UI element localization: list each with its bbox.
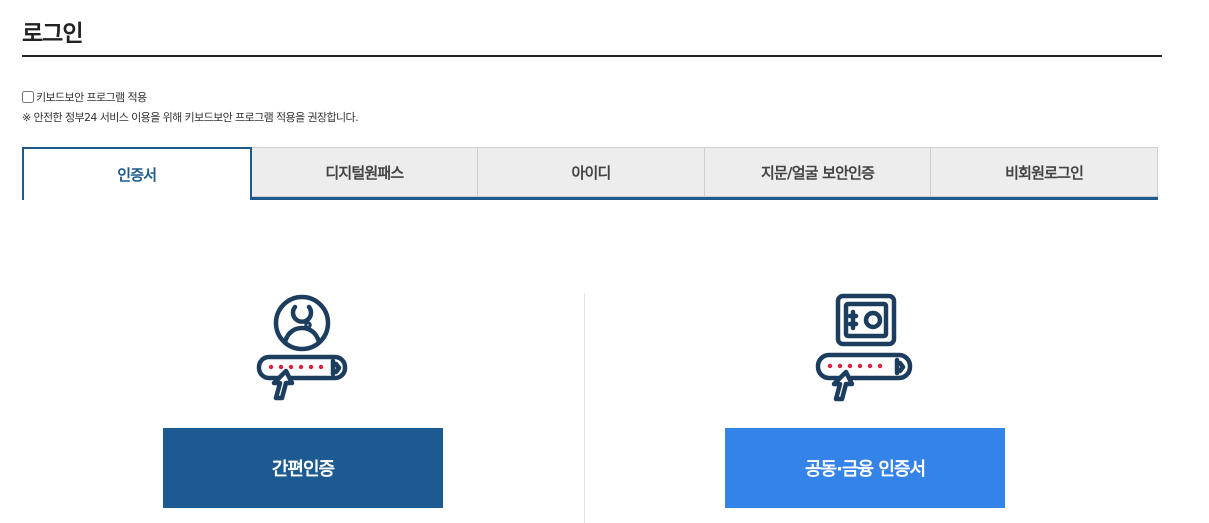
- title-divider: [22, 55, 1162, 57]
- login-method-tabs: 인증서 디지털원패스 아이디 지문/얼굴 보안인증 비회원로그인: [22, 147, 1158, 200]
- user-certificate-icon: [254, 294, 350, 402]
- tab-certificate[interactable]: 인증서: [22, 147, 252, 200]
- joint-financial-certificate-button[interactable]: 공동·금융 인증서: [725, 428, 1005, 508]
- tab-id[interactable]: 아이디: [478, 147, 705, 197]
- options-divider: [584, 293, 585, 523]
- tabs-underline: [249, 197, 1158, 200]
- keyboard-security-option[interactable]: 키보드보안 프로그램 적용: [22, 89, 147, 105]
- simple-auth-button[interactable]: 간편인증: [163, 428, 443, 508]
- keyboard-security-checkbox[interactable]: [22, 91, 34, 103]
- tab-digital-onepass[interactable]: 디지털원패스: [251, 147, 479, 197]
- page-title: 로그인: [22, 21, 83, 47]
- keyboard-security-notice: ※ 안전한 정부24 서비스 이용을 위해 키보드보안 프로그램 적용을 권장합…: [22, 111, 359, 124]
- keyboard-security-label: 키보드보안 프로그램 적용: [36, 91, 147, 104]
- tab-biometric[interactable]: 지문/얼굴 보안인증: [704, 147, 932, 197]
- safe-certificate-icon: [814, 293, 914, 403]
- tab-guest-login[interactable]: 비회원로그인: [931, 147, 1158, 197]
